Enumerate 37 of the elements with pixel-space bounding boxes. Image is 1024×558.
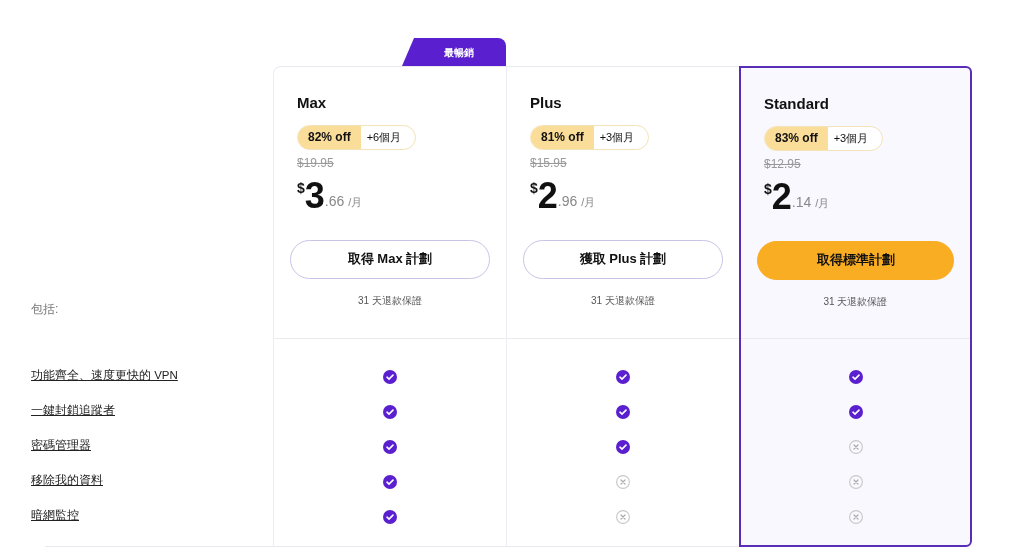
per-month: /月 <box>581 195 596 210</box>
price-minor: .96 <box>557 191 578 211</box>
plan-button[interactable]: 取得標準計劃 <box>757 240 954 280</box>
price-major: 3 <box>304 177 325 214</box>
guarantee-text: 31 天退款保證 <box>822 294 889 309</box>
discount-text: 82% off <box>298 125 361 149</box>
plan-button[interactable]: 取得 Max 計劃 <box>290 239 490 279</box>
currency-sign: $ <box>764 179 772 197</box>
per-month: /月 <box>348 195 363 210</box>
plan-name: Max <box>296 93 328 113</box>
discount-text: 83% off <box>765 126 828 150</box>
guarantee-text: 31 天退款保證 <box>357 293 423 308</box>
bonus-text: +3個月 <box>832 130 870 146</box>
currency-sign: $ <box>530 178 538 196</box>
bestseller-badge: 最暢銷 <box>402 38 506 66</box>
original-price: $15.95 <box>529 155 567 170</box>
includes-label: 包括: <box>31 301 59 318</box>
feature-link[interactable]: 暗網監控 <box>31 506 79 525</box>
price-minor: .66 <box>324 191 345 211</box>
bonus-text: +3個月 <box>598 129 636 145</box>
plan-button[interactable]: 獲取 Plus 計劃 <box>523 239 723 279</box>
price-major: 2 <box>537 177 558 214</box>
guarantee-text: 31 天退款保證 <box>590 293 656 308</box>
currency-sign: $ <box>297 178 305 196</box>
price-minor: .14 <box>791 192 812 212</box>
bonus-text: +6個月 <box>365 129 403 145</box>
original-price: $12.95 <box>763 156 801 171</box>
per-month: /月 <box>815 196 830 211</box>
feature-link[interactable]: 密碼管理器 <box>31 436 91 455</box>
price-major: 2 <box>771 178 792 215</box>
feature-link[interactable]: 功能齊全、速度更快的 VPN <box>31 366 178 385</box>
feature-link[interactable]: 移除我的資料 <box>31 471 103 490</box>
feature-link[interactable]: 一鍵封鎖追蹤者 <box>31 401 115 420</box>
plan-name: Standard <box>763 94 830 114</box>
plan-name: Plus <box>529 93 563 113</box>
original-price: $19.95 <box>296 155 334 170</box>
discount-text: 81% off <box>531 125 594 149</box>
